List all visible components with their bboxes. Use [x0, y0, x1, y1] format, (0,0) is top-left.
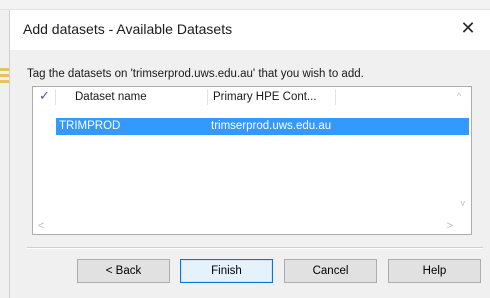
cancel-button[interactable]: Cancel	[284, 259, 377, 283]
column-separator[interactable]	[207, 89, 208, 105]
background-strip	[0, 74, 9, 77]
background-app-edge	[0, 10, 9, 298]
background-strip	[0, 80, 9, 83]
scroll-down-icon[interactable]: v	[461, 198, 466, 208]
datasets-list[interactable]: ✓ Dataset name Primary HPE Cont... ^ TRI…	[32, 86, 472, 235]
row-primary: trimserprod.uws.edu.au	[211, 120, 332, 132]
dialog-title: Add datasets - Available Datasets	[23, 21, 233, 37]
divider	[27, 248, 483, 249]
scroll-up-icon[interactable]: ^	[457, 92, 465, 101]
scroll-right-icon[interactable]: >	[447, 221, 453, 232]
table-row[interactable]: TRIMPROD trimserprod.uws.edu.au	[56, 118, 469, 135]
list-header: ✓ Dataset name Primary HPE Cont... ^	[33, 87, 471, 107]
dialog-titlebar: Add datasets - Available Datasets ✕	[10, 10, 490, 50]
row-dataset-name: TRIMPROD	[59, 120, 121, 132]
column-separator[interactable]	[55, 89, 56, 105]
column-header-dataset-name[interactable]: Dataset name	[75, 87, 147, 107]
column-separator[interactable]	[335, 89, 336, 105]
instruction-text: Tag the datasets on 'trimserprod.uws.edu…	[27, 68, 364, 80]
background-app-titlebar	[0, 0, 490, 10]
background-strip	[0, 68, 9, 71]
close-icon[interactable]: ✕	[456, 16, 480, 42]
help-button[interactable]: Help	[388, 259, 481, 283]
scroll-left-icon[interactable]: <	[38, 221, 44, 232]
checkmark-icon[interactable]: ✓	[39, 89, 51, 105]
horizontal-scrollbar[interactable]: < >	[33, 218, 471, 234]
add-datasets-dialog: Add datasets - Available Datasets ✕ Tag …	[9, 10, 490, 298]
column-header-primary[interactable]: Primary HPE Cont...	[213, 87, 317, 107]
finish-button[interactable]: Finish	[180, 259, 273, 283]
back-button[interactable]: < Back	[77, 259, 170, 283]
